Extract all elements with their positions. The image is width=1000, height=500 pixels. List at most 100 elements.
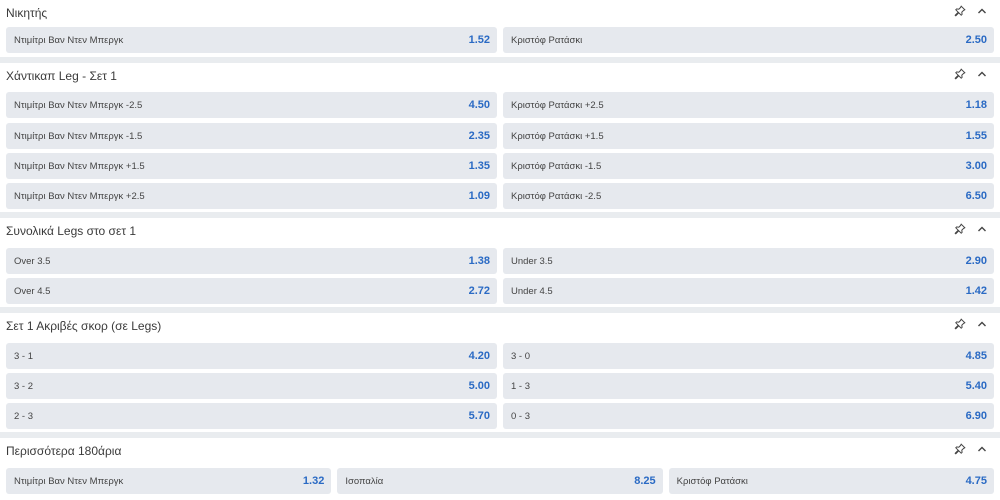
odds-value: 5.00 xyxy=(468,380,490,392)
odds-button[interactable]: 2 - 3 5.70 xyxy=(6,403,497,429)
odds-button[interactable]: Over 4.5 2.72 xyxy=(6,278,497,304)
odds-value: 1.09 xyxy=(468,190,490,202)
odds-value: 2.90 xyxy=(965,255,987,267)
selection-label: Ντιμίτρι Βαν Ντεν Μπεργκ +1.5 xyxy=(14,160,145,172)
odds-button[interactable]: Κριστόφ Ρατάσκι -1.5 3.00 xyxy=(503,153,994,179)
odds-button[interactable]: Κριστόφ Ρατάσκι +2.5 1.18 xyxy=(503,92,994,118)
odds-button[interactable]: Ντιμίτρι Βαν Ντεν Μπεργκ +1.5 1.35 xyxy=(6,153,497,179)
market-header-actions xyxy=(954,318,988,330)
odds-button[interactable]: Ισοπαλία 8.25 xyxy=(337,468,663,494)
odds-row: Over 3.5 1.38 Under 3.5 2.90 xyxy=(6,248,994,274)
selection-label: Ντιμίτρι Βαν Ντεν Μπεργκ xyxy=(14,34,124,46)
odds-button[interactable]: 0 - 3 6.90 xyxy=(503,403,994,429)
odds-button[interactable]: Ντιμίτρι Βαν Ντεν Μπεργκ 1.32 xyxy=(6,468,332,494)
odds-button[interactable]: Over 3.5 1.38 xyxy=(6,248,497,274)
odds-button[interactable]: Κριστόφ Ρατάσκι -2.5 6.50 xyxy=(503,183,994,209)
selection-label: Κριστόφ Ρατάσκι xyxy=(511,34,583,46)
odds-button[interactable]: Κριστόφ Ρατάσκι 4.75 xyxy=(668,468,994,494)
chevron-up-icon[interactable] xyxy=(976,318,988,330)
pin-icon[interactable] xyxy=(954,318,966,330)
odds-row: Ντιμίτρι Βαν Ντεν Μπεργκ 1.32 Ισοπαλία 8.25… xyxy=(6,468,994,494)
market-title: Σετ 1 Ακριβές σκορ (σε Legs) xyxy=(6,319,162,333)
odds-row: Over 4.5 2.72 Under 4.5 1.42 xyxy=(6,278,994,304)
chevron-up-icon[interactable] xyxy=(976,68,988,80)
selection-label: 3 - 2 xyxy=(14,380,34,392)
market-header[interactable]: Χάντικαπ Leg - Σετ 1 xyxy=(0,63,1000,89)
odds-value: 4.20 xyxy=(468,350,490,362)
odds-row: 2 - 3 5.70 0 - 3 6.90 xyxy=(6,403,994,429)
odds-button[interactable]: Ντιμίτρι Βαν Ντεν Μπεργκ -2.5 4.50 xyxy=(6,92,497,118)
odds-value: 4.85 xyxy=(965,350,987,362)
odds-value: 1.32 xyxy=(302,475,325,487)
odds-row: 3 - 2 5.00 1 - 3 5.40 xyxy=(6,373,994,399)
chevron-up-icon[interactable] xyxy=(976,5,988,17)
odds-value: 4.75 xyxy=(965,475,987,487)
market-header[interactable]: Συνολικά Legs στο σετ 1 xyxy=(0,218,1000,244)
selection-label: Ντιμίτρι Βαν Ντεν Μπεργκ +2.5 xyxy=(14,190,145,202)
selection-label: Under 4.5 xyxy=(511,285,553,297)
pin-icon[interactable] xyxy=(954,5,966,17)
odds-button[interactable]: Under 3.5 2.90 xyxy=(503,248,994,274)
odds-button[interactable]: Ντιμίτρι Βαν Ντεν Μπεργκ -1.5 2.35 xyxy=(6,123,497,149)
selection-label: Over 3.5 xyxy=(14,255,51,267)
odds-button[interactable]: Κριστόφ Ρατάσκι 2.50 xyxy=(503,27,994,53)
market-section: Χάντικαπ Leg - Σετ 1 Ντιμίτρι Βαν Ντεν Μπ… xyxy=(0,63,1000,212)
market-title: Νικητής xyxy=(6,6,48,20)
pin-icon[interactable] xyxy=(954,223,966,235)
odds-value: 5.40 xyxy=(965,380,987,392)
selection-label: Ντιμίτρι Βαν Ντεν Μπεργκ xyxy=(14,475,124,487)
odds-value: 3.00 xyxy=(965,160,987,172)
selection-label: Κριστόφ Ρατάσκι xyxy=(676,475,748,487)
odds-button[interactable]: 3 - 2 5.00 xyxy=(6,373,497,399)
odds-row: Ντιμίτρι Βαν Ντεν Μπεργκ +2.5 1.09 Κριστόφ… xyxy=(6,183,994,209)
chevron-up-icon[interactable] xyxy=(976,443,988,455)
odds-value: 1.55 xyxy=(965,130,987,142)
market-title: Συνολικά Legs στο σετ 1 xyxy=(6,224,137,238)
odds-value: 1.35 xyxy=(468,160,490,172)
selection-label: Ντιμίτρι Βαν Ντεν Μπεργκ -1.5 xyxy=(14,130,143,142)
selection-label: Κριστόφ Ρατάσκι +1.5 xyxy=(511,130,604,142)
selection-label: Κριστόφ Ρατάσκι -2.5 xyxy=(511,190,602,202)
market-title: Περισσότερα 180άρια xyxy=(6,444,122,458)
market-header-actions xyxy=(954,5,988,17)
odds-value: 6.90 xyxy=(965,410,987,422)
selection-label: 1 - 3 xyxy=(511,380,531,392)
odds-value: 1.52 xyxy=(468,34,490,46)
odds-button[interactable]: 3 - 1 4.20 xyxy=(6,343,497,369)
selection-label: 2 - 3 xyxy=(14,410,34,422)
chevron-up-icon[interactable] xyxy=(976,223,988,235)
selection-label: 3 - 0 xyxy=(511,350,531,362)
selection-label: Ισοπαλία xyxy=(345,475,384,487)
odds-button[interactable]: Under 4.5 1.42 xyxy=(503,278,994,304)
odds-value: 6.50 xyxy=(965,190,987,202)
selection-label: Κριστόφ Ρατάσκι +2.5 xyxy=(511,99,604,111)
selection-label: 0 - 3 xyxy=(511,410,531,422)
odds-value: 2.50 xyxy=(965,34,987,46)
pin-icon[interactable] xyxy=(954,443,966,455)
odds-row: Ντιμίτρι Βαν Ντεν Μπεργκ 1.52 Κριστόφ Ρατά… xyxy=(6,27,994,53)
market-header-actions xyxy=(954,68,988,80)
selection-label: Κριστόφ Ρατάσκι -1.5 xyxy=(511,160,602,172)
selection-label: Under 3.5 xyxy=(511,255,553,267)
odds-button[interactable]: Κριστόφ Ρατάσκι +1.5 1.55 xyxy=(503,123,994,149)
market-header[interactable]: Σετ 1 Ακριβές σκορ (σε Legs) xyxy=(0,313,1000,339)
odds-value: 1.38 xyxy=(468,255,490,267)
odds-button[interactable]: 1 - 3 5.40 xyxy=(503,373,994,399)
odds-row: Ντιμίτρι Βαν Ντεν Μπεργκ -1.5 2.35 Κριστόφ… xyxy=(6,123,994,149)
market-section: Περισσότερα 180άρια Ντιμίτρι Βαν Ντεν Μπε… xyxy=(0,438,1000,500)
pin-icon[interactable] xyxy=(954,68,966,80)
odds-button[interactable]: 3 - 0 4.85 xyxy=(503,343,994,369)
market-section: Σετ 1 Ακριβές σκορ (σε Legs) 3 - 1 4.20 3 -… xyxy=(0,313,1000,432)
market-section: Συνολικά Legs στο σετ 1 Over 3.5 1.38 Under… xyxy=(0,218,1000,307)
market-header[interactable]: Περισσότερα 180άρια xyxy=(0,438,1000,464)
odds-row: Ντιμίτρι Βαν Ντεν Μπεργκ -2.5 4.50 Κριστόφ… xyxy=(6,92,994,118)
market-header-actions xyxy=(954,443,988,455)
market-header-actions xyxy=(954,223,988,235)
selection-label: Over 4.5 xyxy=(14,285,51,297)
odds-button[interactable]: Ντιμίτρι Βαν Ντεν Μπεργκ 1.52 xyxy=(6,27,497,53)
selection-label: 3 - 1 xyxy=(14,350,34,362)
market-header[interactable]: Νικητής xyxy=(0,0,1000,26)
odds-button[interactable]: Ντιμίτρι Βαν Ντεν Μπεργκ +2.5 1.09 xyxy=(6,183,497,209)
odds-value: 8.25 xyxy=(634,475,656,487)
selection-label: Ντιμίτρι Βαν Ντεν Μπεργκ -2.5 xyxy=(14,99,143,111)
